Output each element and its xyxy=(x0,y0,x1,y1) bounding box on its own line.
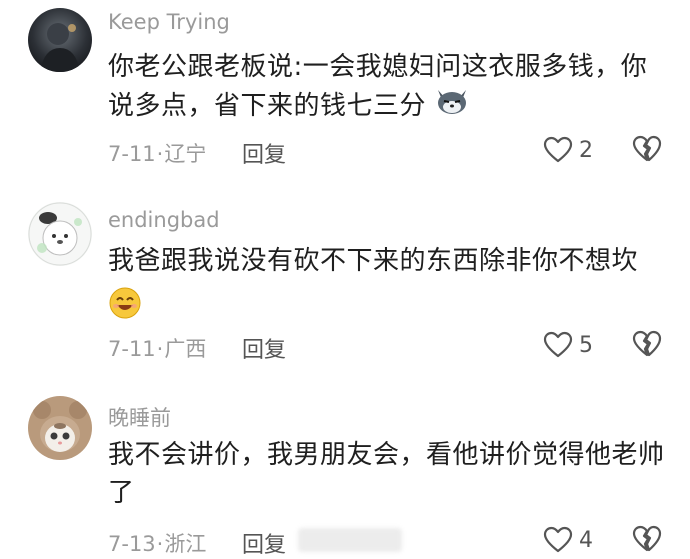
reply-button[interactable]: 回复 xyxy=(242,527,286,559)
comment-text: 我不会讲价，我男朋友会，看他讲价觉得他老帅了 xyxy=(108,436,668,512)
like-count: 4 xyxy=(579,527,593,553)
dislike-button[interactable] xyxy=(632,525,662,555)
reply-button[interactable]: 回复 xyxy=(242,137,286,169)
heart-icon xyxy=(543,331,573,358)
heart-icon xyxy=(543,136,573,163)
comment-text: 你老公跟老板说:一会我媳妇问这衣服多钱，你说多点，省下来的钱七三分 xyxy=(108,48,668,127)
like-button[interactable]: 2 xyxy=(543,135,593,165)
dislike-button[interactable] xyxy=(632,330,662,360)
like-button[interactable]: 5 xyxy=(543,330,593,360)
heart-icon xyxy=(543,526,573,553)
avatar[interactable] xyxy=(28,202,92,266)
username[interactable]: Keep Trying xyxy=(108,10,230,34)
broken-heart-icon xyxy=(632,135,662,162)
wolf-emoji-icon xyxy=(435,86,469,127)
broken-heart-icon xyxy=(632,330,662,357)
username[interactable]: 晚睡前 xyxy=(108,402,171,432)
dislike-button[interactable] xyxy=(632,135,662,165)
username[interactable]: endingbad xyxy=(108,208,220,232)
reply-button[interactable]: 回复 xyxy=(242,332,286,364)
comment-text-content: 我不会讲价，我男朋友会，看他讲价觉得他老帅了 xyxy=(108,440,665,508)
watermark-blur xyxy=(298,528,402,552)
comment-date: 7-11 xyxy=(108,337,156,361)
comment-meta: 7-11·辽宁 xyxy=(108,142,207,166)
broken-heart-icon xyxy=(632,525,662,552)
comment-text-content: 你老公跟老板说:一会我媳妇问这衣服多钱，你说多点，省下来的钱七三分 xyxy=(108,52,648,121)
comment-region: 广西 xyxy=(164,337,207,361)
comment-item: endingbad 我爸跟我说没有砍不下来的东西除非你不想坎 7-11·广西 回… xyxy=(0,190,690,380)
avatar-cat-hood-icon xyxy=(28,396,92,460)
like-count: 5 xyxy=(579,332,593,358)
like-count: 2 xyxy=(579,137,593,163)
comment-date: 7-13 xyxy=(108,532,156,556)
comment-region: 辽宁 xyxy=(164,142,207,166)
avatar-dark-figure-icon xyxy=(28,8,92,72)
smile-emoji-icon xyxy=(108,286,142,331)
comment-text: 我爸跟我说没有砍不下来的东西除非你不想坎 xyxy=(108,242,668,331)
avatar[interactable] xyxy=(28,396,92,460)
comment-meta: 7-13·浙江 xyxy=(108,532,207,556)
comment-region: 浙江 xyxy=(164,532,207,556)
like-button[interactable]: 4 xyxy=(543,525,593,555)
comment-item: Keep Trying 你老公跟老板说:一会我媳妇问这衣服多钱，你说多点，省下来… xyxy=(0,0,690,190)
comment-text-content: 我爸跟我说没有砍不下来的东西除非你不想坎 xyxy=(108,246,639,276)
avatar-white-bear-icon xyxy=(28,202,92,266)
avatar[interactable] xyxy=(28,8,92,72)
comment-date: 7-11 xyxy=(108,142,156,166)
comment-meta: 7-11·广西 xyxy=(108,337,207,361)
